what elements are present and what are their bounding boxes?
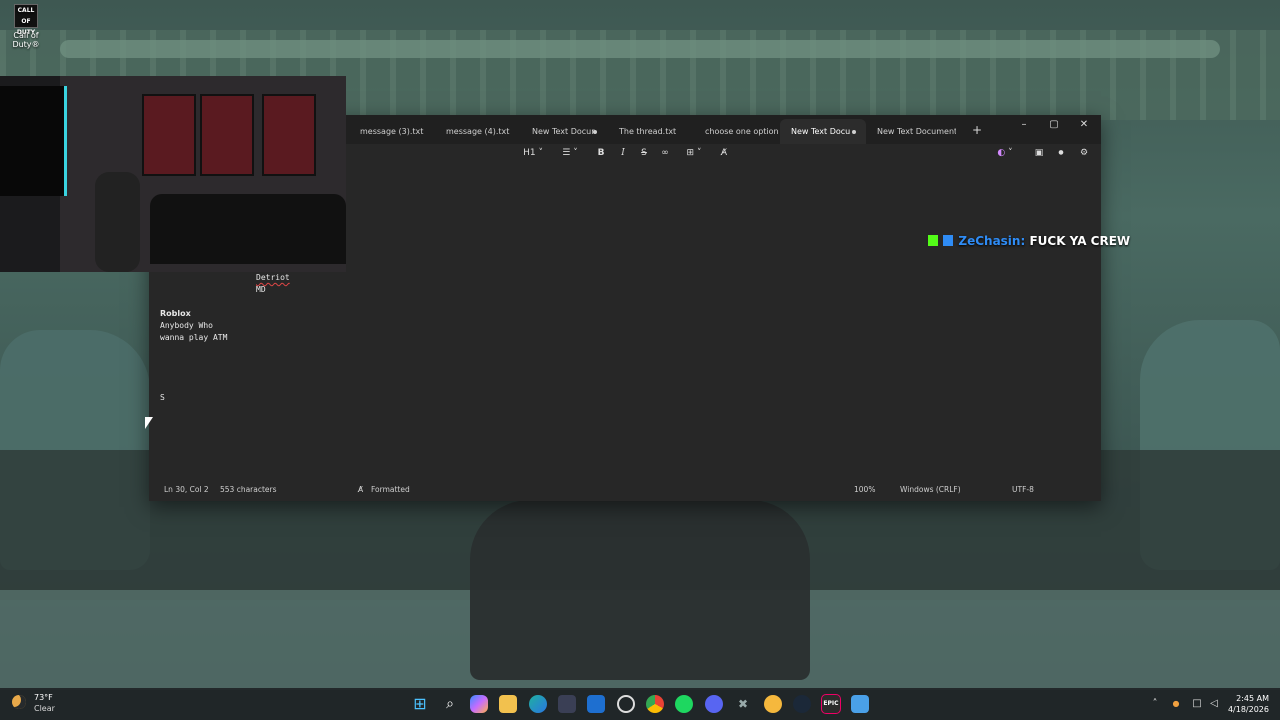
minimize-button[interactable]: – [1009,115,1039,135]
volume-icon[interactable]: ◁ [1208,696,1220,712]
kick-badge-icon [928,235,938,246]
tray-chevron-icon[interactable]: ˄ [1149,696,1161,712]
cursor-position[interactable]: Ln 30, Col 2 [164,485,209,494]
format-mode[interactable]: Formatted [371,485,410,494]
outlook-icon[interactable] [587,695,605,713]
text-line: S [160,393,165,402]
steam-icon[interactable] [793,695,811,713]
spotify-icon[interactable] [675,695,693,713]
format-icon: A̸ [358,485,364,494]
bold-button[interactable]: B [594,146,608,160]
notepad-icon[interactable] [851,695,869,713]
strikethrough-button[interactable]: S [637,146,651,160]
zoom-level[interactable]: 100% [854,485,875,494]
tab-new-text-doc-active[interactable]: New Text Docu [780,119,866,144]
chevron-down-icon: ˅ [696,148,702,158]
desktop-icon-label-line2: Duty® [12,40,40,49]
tab-new-text-doc-1[interactable]: New Text Docur [521,119,607,144]
tab-the-thread[interactable]: The thread.txt [608,119,694,144]
chevron-down-icon: ˅ [538,148,543,158]
text-line: Detriot [256,273,290,282]
tab-choose-one-option[interactable]: choose one option - i [694,119,780,144]
weather-temp: 73°F [34,693,53,702]
list-icon: ☰ [562,148,571,158]
text-line-heading: Roblox [160,309,191,318]
chevron-down-icon: ˅ [1008,148,1013,158]
table-icon: ⊞ [686,148,695,158]
close-button[interactable]: ✕ [1069,115,1099,135]
tab-label: message (3).txt [360,127,424,136]
table-dropdown[interactable]: ⊞ ˅ [681,146,707,160]
tab-message-3[interactable]: message (3).txt [349,119,435,144]
clear-formatting-button[interactable]: A̸ [717,146,731,160]
wallpaper-figure [470,500,810,680]
webcam-poster [262,94,316,176]
heading-label: H1 [523,148,536,158]
tab-label: choose one option - i [705,127,780,136]
call-of-duty-icon: CALL OF DUTY [14,4,38,36]
chatgpt-icon[interactable] [617,695,635,713]
text-line: Anybody Who [160,321,213,330]
heading-dropdown[interactable]: H1 ˅ [521,146,545,160]
announcement-icon[interactable]: ▣ [1032,146,1046,160]
chat-text: FUCK YA CREW [1029,234,1131,248]
tab-label: message (4).txt [446,127,510,136]
encoding[interactable]: UTF-8 [1012,485,1034,494]
epic-games-icon[interactable]: EPIC [821,694,841,714]
list-dropdown[interactable]: ☰ ˅ [557,146,583,160]
chevron-down-icon: ˅ [573,148,578,158]
maximize-button[interactable]: ▢ [1039,115,1069,135]
start-icon[interactable]: ⊞ [411,695,429,713]
clock-date: 4/18/2026 [1227,705,1269,714]
moderator-badge-icon [943,235,954,246]
moon-icon [12,695,26,709]
chat-icon[interactable] [764,695,782,713]
text-line: MD [256,285,266,294]
xbox-icon[interactable]: ✖ [734,695,752,713]
unsaved-dot-icon [593,130,597,134]
tab-label: The thread.txt [619,127,677,136]
desktop-icon-call-of-duty[interactable]: CALL OF DUTY Call of Duty® [6,4,46,49]
line-endings[interactable]: Windows (CRLF) [900,485,961,494]
search-icon[interactable]: ⌕ [441,695,459,713]
status-bar: Ln 30, Col 2 553 characters A̸ Formatted… [149,479,1101,501]
webcam-tv [0,86,67,196]
chat-username: ZeChasin: [958,234,1026,248]
tab-label: New Text Document ( [877,127,956,136]
webcam-overlay [0,76,346,272]
webcam-poster [142,94,196,176]
link-button[interactable]: ∞ [658,146,672,160]
desktop-icon-label-line1: Call of [13,31,39,40]
tab-message-4[interactable]: message (4).txt [435,119,521,144]
tab-new-text-doc-2[interactable]: New Text Document ( [866,119,956,144]
wallpaper-handrail [60,40,1220,58]
settings-icon[interactable]: ⚙ [1077,146,1091,160]
store-icon[interactable] [558,695,576,713]
taskbar: 73°F Clear ⊞ ⌕ ✖ EPIC ˄ ● □ ◁ 2:45 AM 4/… [0,688,1280,720]
account-icon[interactable]: ● [1054,146,1068,160]
copilot-dropdown[interactable]: ◐ ˅ [992,146,1018,160]
copilot-icon[interactable] [470,695,488,713]
character-count: 553 characters [220,485,277,494]
clock[interactable]: 2:45 AM 4/18/2026 [1228,693,1269,715]
webcam-poster [200,94,254,176]
discord-icon[interactable] [705,695,723,713]
italic-button[interactable]: I [616,146,630,160]
webcam-couch [150,194,346,264]
microphone-icon[interactable]: ● [1170,696,1182,712]
text-line: wanna play ATM [160,333,228,342]
tab-label: New Text Docur [532,127,595,136]
unsaved-dot-icon [852,130,856,134]
clock-time: 2:45 AM [1236,694,1269,703]
chrome-icon[interactable] [646,695,664,713]
edge-icon[interactable] [529,695,547,713]
file-explorer-icon[interactable] [499,695,517,713]
chat-message: ZeChasin: FUCK YA CREW [928,234,1130,250]
new-tab-button[interactable]: + [967,119,987,141]
network-icon[interactable]: □ [1191,696,1203,712]
tab-label: New Text Docu [791,127,851,136]
weather-condition: Clear [34,704,55,713]
webcam-chair [95,172,140,272]
copilot-icon: ◐ [997,148,1006,158]
